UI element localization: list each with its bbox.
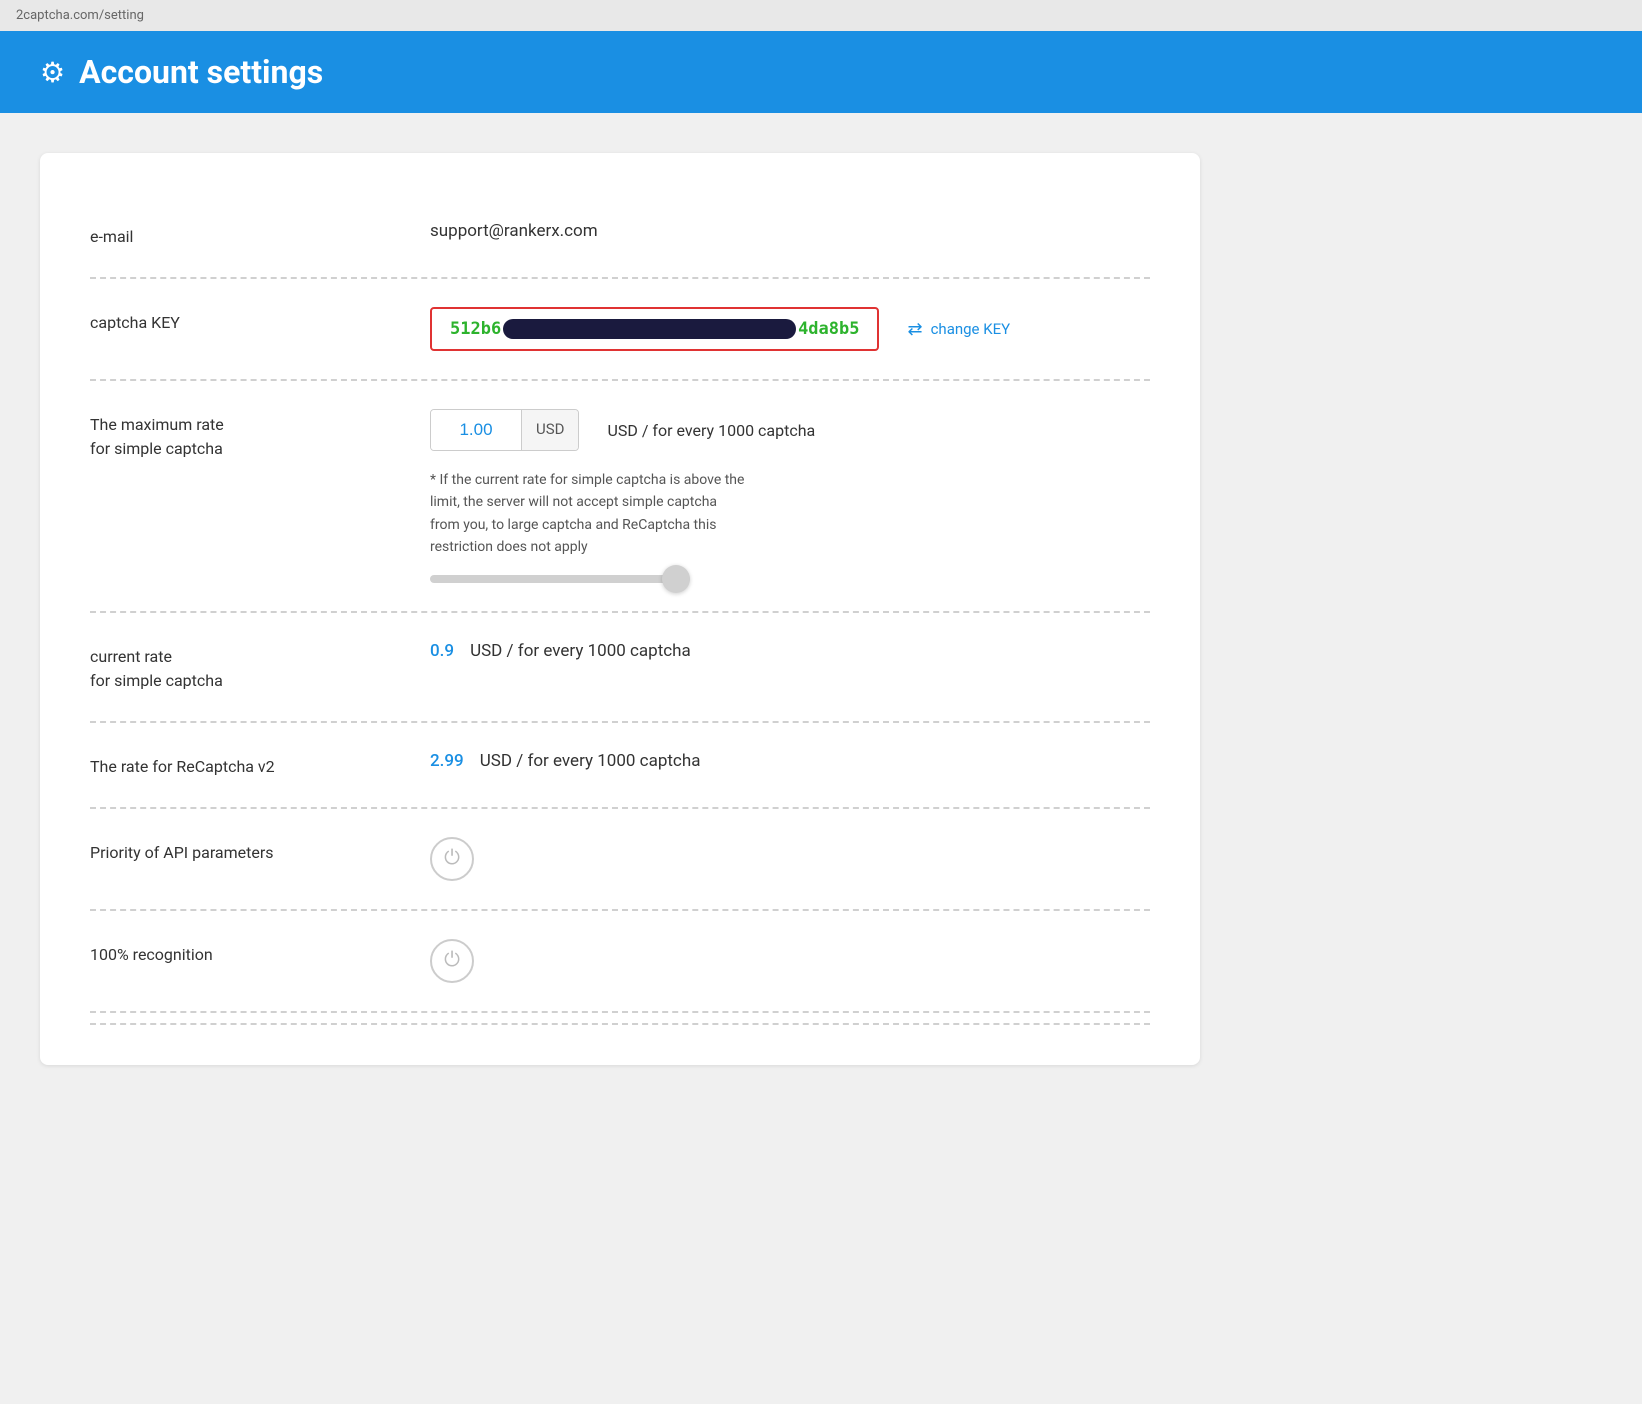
api-priority-toggle[interactable]: ⏻ [430,837,474,881]
recaptcha-rate-value-container: 2.99 USD / for every 1000 captcha [430,751,1150,771]
max-rate-label-line1: The maximum rate [90,415,224,434]
recaptcha-rate-value: 2.99 [430,751,464,771]
max-rate-note: * If the current rate for simple captcha… [430,469,750,559]
current-rate-value: 0.9 [430,641,454,661]
max-rate-bottom: * If the current rate for simple captcha… [90,461,1150,583]
captcha-key-row: captcha KEY 512b6 4da8b5 ⇄ change KEY [90,279,1150,381]
email-label: e-mail [90,221,430,249]
rate-description: USD / for every 1000 captcha [607,421,815,440]
key-start: 512b6 [450,319,501,339]
captcha-key-box: 512b6 4da8b5 [430,307,879,351]
recaptcha-rate-label: The rate for ReCaptcha v2 [90,751,430,779]
page-header: ⚙ Account settings [0,31,1642,113]
max-rate-top: The maximum rate for simple captcha USD … [90,409,1150,461]
recaptcha-rate-description: USD / for every 1000 captcha [480,751,701,771]
page-title: Account settings [79,53,323,91]
max-rate-value-container: USD USD / for every 1000 captcha [430,409,1150,451]
key-masked [503,319,796,339]
recaptcha-rate-row: The rate for ReCaptcha v2 2.99 USD / for… [90,723,1150,809]
settings-card: e-mail support@rankerx.com captcha KEY 5… [40,153,1200,1065]
api-priority-row: Priority of API parameters ⏻ [90,809,1150,911]
settings-icon: ⚙ [40,56,65,89]
page-content: e-mail support@rankerx.com captcha KEY 5… [0,113,1642,1105]
max-rate-row: The maximum rate for simple captcha USD … [90,381,1150,613]
api-priority-label: Priority of API parameters [90,837,430,865]
current-rate-row: current rate for simple captcha 0.9 USD … [90,613,1150,723]
recognition-label: 100% recognition [90,939,430,967]
recognition-row: 100% recognition ⏻ [90,911,1150,1013]
current-rate-description: USD / for every 1000 captcha [470,641,691,661]
max-rate-note-and-slider: * If the current rate for simple captcha… [430,461,750,583]
captcha-key-value-container: 512b6 4da8b5 ⇄ change KEY [430,307,1150,351]
rate-slider-track [430,575,690,583]
email-value: support@rankerx.com [430,221,598,241]
power-icon-api: ⏻ [444,847,460,870]
email-value-container: support@rankerx.com [430,221,1150,241]
current-rate-label-line2: for simple captcha [90,671,223,690]
rate-currency: USD [521,410,578,450]
current-rate-value-container: 0.9 USD / for every 1000 captcha [430,641,1150,661]
power-icon-recognition: ⏻ [444,949,460,972]
api-priority-value-container: ⏻ [430,837,1150,881]
rate-input-group: USD [430,409,579,451]
current-rate-label: current rate for simple captcha [90,641,430,693]
current-rate-label-line1: current rate [90,647,172,666]
max-rate-label: The maximum rate for simple captcha [90,409,430,461]
url-text: 2captcha.com/setting [16,8,144,23]
browser-url-bar: 2captcha.com/setting [0,0,1642,31]
note-spacer [90,461,430,583]
key-end: 4da8b5 [798,319,859,339]
bottom-divider [90,1013,1150,1025]
max-rate-label-line2: for simple captcha [90,439,223,458]
change-key-button[interactable]: ⇄ change KEY [907,319,1010,340]
rate-slider-thumb[interactable] [662,565,690,593]
rate-input[interactable] [431,410,521,450]
recognition-value-container: ⏻ [430,939,1150,983]
refresh-icon: ⇄ [907,319,922,340]
captcha-key-label: captcha KEY [90,307,430,335]
recognition-toggle[interactable]: ⏻ [430,939,474,983]
rate-slider-container [430,575,750,583]
email-row: e-mail support@rankerx.com [90,193,1150,279]
change-key-label: change KEY [931,320,1011,338]
